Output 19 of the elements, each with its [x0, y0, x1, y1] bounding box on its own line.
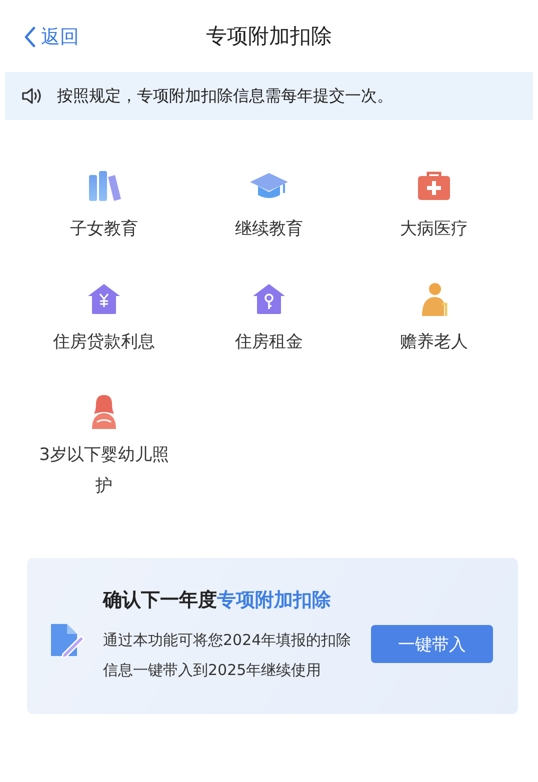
document-pencil-icon	[49, 622, 85, 658]
page-title: 专项附加扣除	[206, 23, 332, 50]
house-yen-icon	[87, 281, 121, 317]
card-description: 通过本功能可将您2024年填报的扣除信息一键带入到2025年继续使用	[103, 630, 352, 681]
books-icon	[87, 168, 121, 204]
deduction-item[interactable]: 住房租金	[186, 281, 352, 358]
mother-figure-icon	[90, 394, 118, 430]
import-button[interactable]: 一键带入	[371, 625, 493, 663]
back-chevron-icon	[24, 26, 36, 48]
deduction-item[interactable]: 3岁以下婴幼儿照护	[22, 394, 186, 502]
deduction-item[interactable]: 大病医疗	[352, 168, 516, 245]
deduction-item[interactable]: 赡养老人	[352, 281, 516, 358]
deduction-item[interactable]: 继续教育	[186, 168, 352, 245]
card-title: 确认下一年度专项附加扣除	[103, 588, 332, 613]
notice-text: 按照规定，专项附加扣除信息需每年提交一次。	[57, 86, 393, 106]
house-key-icon	[252, 281, 286, 317]
deduction-item[interactable]: 子女教育	[22, 168, 186, 245]
deduction-item[interactable]: 住房贷款利息	[22, 281, 186, 358]
back-button[interactable]: 返回	[24, 24, 79, 50]
